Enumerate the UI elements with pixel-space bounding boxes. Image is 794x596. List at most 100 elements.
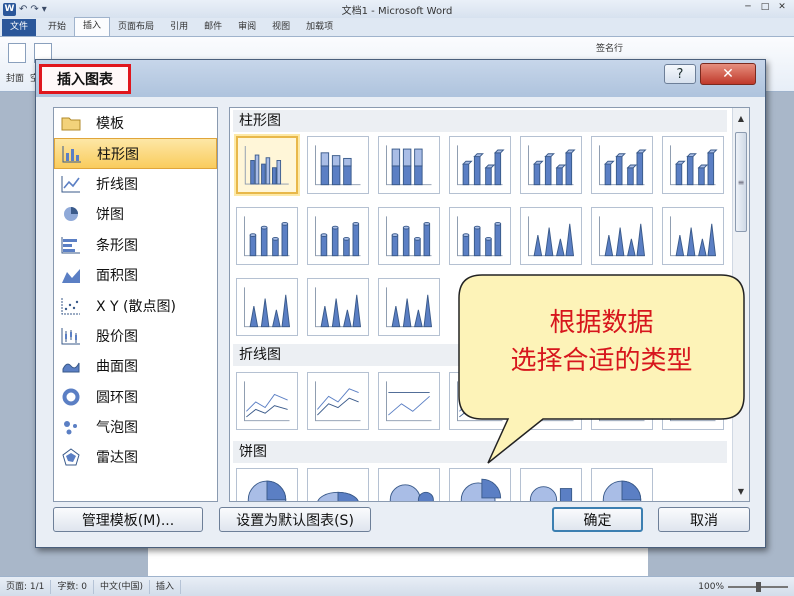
chart-type-item[interactable]: 雷达图 bbox=[54, 442, 217, 472]
tab-addins[interactable]: 加载项 bbox=[298, 19, 341, 36]
scroll-down-icon[interactable]: ▼ bbox=[733, 483, 749, 499]
tab-mailings[interactable]: 邮件 bbox=[196, 19, 230, 36]
chart-preview-icon bbox=[670, 145, 718, 186]
chart-preview-icon bbox=[389, 484, 434, 501]
chart-type-list: 模板 柱形图 折线图 饼图 条形图面积图 X Y (散点图) 股价图曲面图圆环图气泡图雷达图 bbox=[53, 107, 218, 502]
window-titlebar: W ↶ ↷ ▾ 文档1 - Microsoft Word ─ □ ✕ bbox=[0, 0, 794, 18]
chart-type-item[interactable]: 条形图 bbox=[54, 230, 217, 260]
pie-chart-icon bbox=[60, 205, 82, 223]
chart-type-label: 股价图 bbox=[96, 328, 138, 345]
chart-type-item[interactable]: X Y (散点图) bbox=[54, 290, 217, 320]
line-chart-icon bbox=[60, 175, 82, 193]
chart-preview-icon bbox=[244, 216, 290, 257]
set-default-chart-button[interactable]: 设置为默认图表(S) bbox=[219, 507, 371, 532]
chart-preview-icon bbox=[315, 287, 362, 328]
minimize-button[interactable]: ─ bbox=[740, 1, 756, 13]
chart-type-label: 圆环图 bbox=[96, 389, 138, 406]
chart-preview-icon bbox=[386, 287, 433, 328]
tab-page-layout[interactable]: 页面布局 bbox=[110, 19, 162, 36]
column-subtype-thumb[interactable] bbox=[236, 207, 298, 265]
chart-preview-icon bbox=[315, 216, 361, 257]
chart-type-item[interactable]: 柱形图 bbox=[54, 138, 217, 169]
column-subtype-thumb[interactable] bbox=[662, 207, 724, 265]
customize-qat-icon[interactable]: ▾ bbox=[42, 4, 47, 15]
chart-type-item[interactable]: 面积图 bbox=[54, 260, 217, 290]
column-subtype-thumb[interactable] bbox=[449, 207, 511, 265]
callout-line-1: 根据数据 bbox=[549, 308, 654, 338]
chart-type-label: 雷达图 bbox=[96, 450, 138, 467]
chart-type-label: 面积图 bbox=[96, 268, 138, 285]
pie-subtype-thumb[interactable] bbox=[307, 468, 369, 501]
annotation-callout: 根据数据 选择合适的类型 bbox=[458, 274, 745, 464]
column-subtype-thumb[interactable] bbox=[591, 207, 653, 265]
word-app-icon[interactable]: W bbox=[3, 2, 16, 16]
cancel-button[interactable]: 取消 bbox=[658, 507, 750, 532]
chart-type-item[interactable]: 折线图 bbox=[54, 169, 217, 199]
ok-button[interactable]: 确定 bbox=[552, 507, 643, 532]
column-subtype-thumb[interactable] bbox=[236, 136, 298, 194]
pie-subtype-thumb[interactable] bbox=[449, 468, 511, 501]
window-title: 文档1 - Microsoft Word bbox=[341, 6, 453, 17]
chart-type-item[interactable]: 圆环图 bbox=[54, 382, 217, 412]
maximize-button[interactable]: □ bbox=[757, 1, 773, 13]
line-subtype-thumb[interactable] bbox=[378, 372, 440, 430]
chart-type-item[interactable]: 气泡图 bbox=[54, 412, 217, 442]
tab-home[interactable]: 开始 bbox=[40, 19, 74, 36]
tab-view[interactable]: 视图 bbox=[264, 19, 298, 36]
column-subtype-thumb[interactable] bbox=[378, 136, 440, 194]
chart-preview-icon bbox=[386, 216, 432, 257]
chart-preview-icon bbox=[244, 145, 289, 185]
column-subtype-thumb[interactable] bbox=[307, 278, 369, 336]
tab-review[interactable]: 审阅 bbox=[230, 19, 264, 36]
status-mode[interactable]: 插入 bbox=[150, 579, 182, 594]
scroll-thumb[interactable]: ≡ bbox=[735, 132, 747, 232]
column-subtype-thumb[interactable] bbox=[520, 136, 582, 194]
zoom-level[interactable]: 100% bbox=[698, 582, 724, 592]
quick-access-toolbar: W ↶ ↷ ▾ bbox=[0, 2, 47, 16]
column-chart-icon bbox=[61, 145, 83, 163]
column-subtype-thumb[interactable] bbox=[662, 136, 724, 194]
column-subtype-thumb[interactable] bbox=[307, 136, 369, 194]
stock-chart-icon bbox=[60, 327, 82, 345]
column-subtype-thumb[interactable] bbox=[591, 136, 653, 194]
signature-line-button[interactable]: 签名行 bbox=[596, 41, 623, 54]
column-subtype-thumb[interactable] bbox=[307, 207, 369, 265]
chart-preview-icon bbox=[670, 216, 717, 257]
pie-subtype-thumb[interactable] bbox=[520, 468, 582, 501]
chart-type-item[interactable]: 股价图 bbox=[54, 321, 217, 351]
pie-subtype-thumb[interactable] bbox=[591, 468, 653, 501]
line-subtype-thumb[interactable] bbox=[307, 372, 369, 430]
line-subtype-thumb[interactable] bbox=[236, 372, 298, 430]
help-button[interactable]: ? bbox=[664, 64, 696, 84]
column-subtype-thumb[interactable] bbox=[378, 278, 440, 336]
scroll-up-icon[interactable]: ▲ bbox=[733, 110, 749, 126]
column-subtype-thumb[interactable] bbox=[236, 278, 298, 336]
chart-preview-icon bbox=[244, 381, 290, 422]
close-window-button[interactable]: ✕ bbox=[774, 1, 790, 13]
dialog-close-button[interactable]: ✕ bbox=[700, 63, 756, 85]
chart-type-item[interactable]: 曲面图 bbox=[54, 351, 217, 381]
tab-insert[interactable]: 插入 bbox=[74, 17, 111, 36]
pie-subtype-thumb[interactable] bbox=[236, 468, 298, 501]
redo-icon[interactable]: ↷ bbox=[30, 4, 38, 15]
status-words[interactable]: 字数: 0 bbox=[51, 579, 95, 594]
undo-icon[interactable]: ↶ bbox=[19, 4, 27, 15]
pie-subtype-thumb[interactable] bbox=[378, 468, 440, 501]
status-language[interactable]: 中文(中国) bbox=[94, 579, 151, 594]
chart-type-item[interactable]: 饼图 bbox=[54, 199, 217, 229]
chart-preview-icon bbox=[247, 480, 287, 501]
column-subtype-thumb[interactable] bbox=[520, 207, 582, 265]
column-subtype-thumb[interactable] bbox=[449, 136, 511, 194]
chart-type-item[interactable]: 模板 bbox=[54, 108, 217, 138]
status-page[interactable]: 页面: 1/1 bbox=[0, 579, 52, 594]
tab-references[interactable]: 引用 bbox=[162, 19, 196, 36]
cover-page-icon[interactable] bbox=[8, 43, 26, 63]
chart-preview-icon bbox=[528, 145, 576, 186]
chart-preview-icon bbox=[528, 216, 575, 257]
column-subtype-thumb[interactable] bbox=[378, 207, 440, 265]
zoom-slider[interactable] bbox=[728, 581, 788, 592]
chart-type-label: X Y (散点图) bbox=[96, 298, 176, 315]
manage-templates-button[interactable]: 管理模板(M)... bbox=[53, 507, 203, 532]
folder-icon bbox=[60, 114, 82, 132]
tab-file[interactable]: 文件 bbox=[2, 19, 37, 36]
